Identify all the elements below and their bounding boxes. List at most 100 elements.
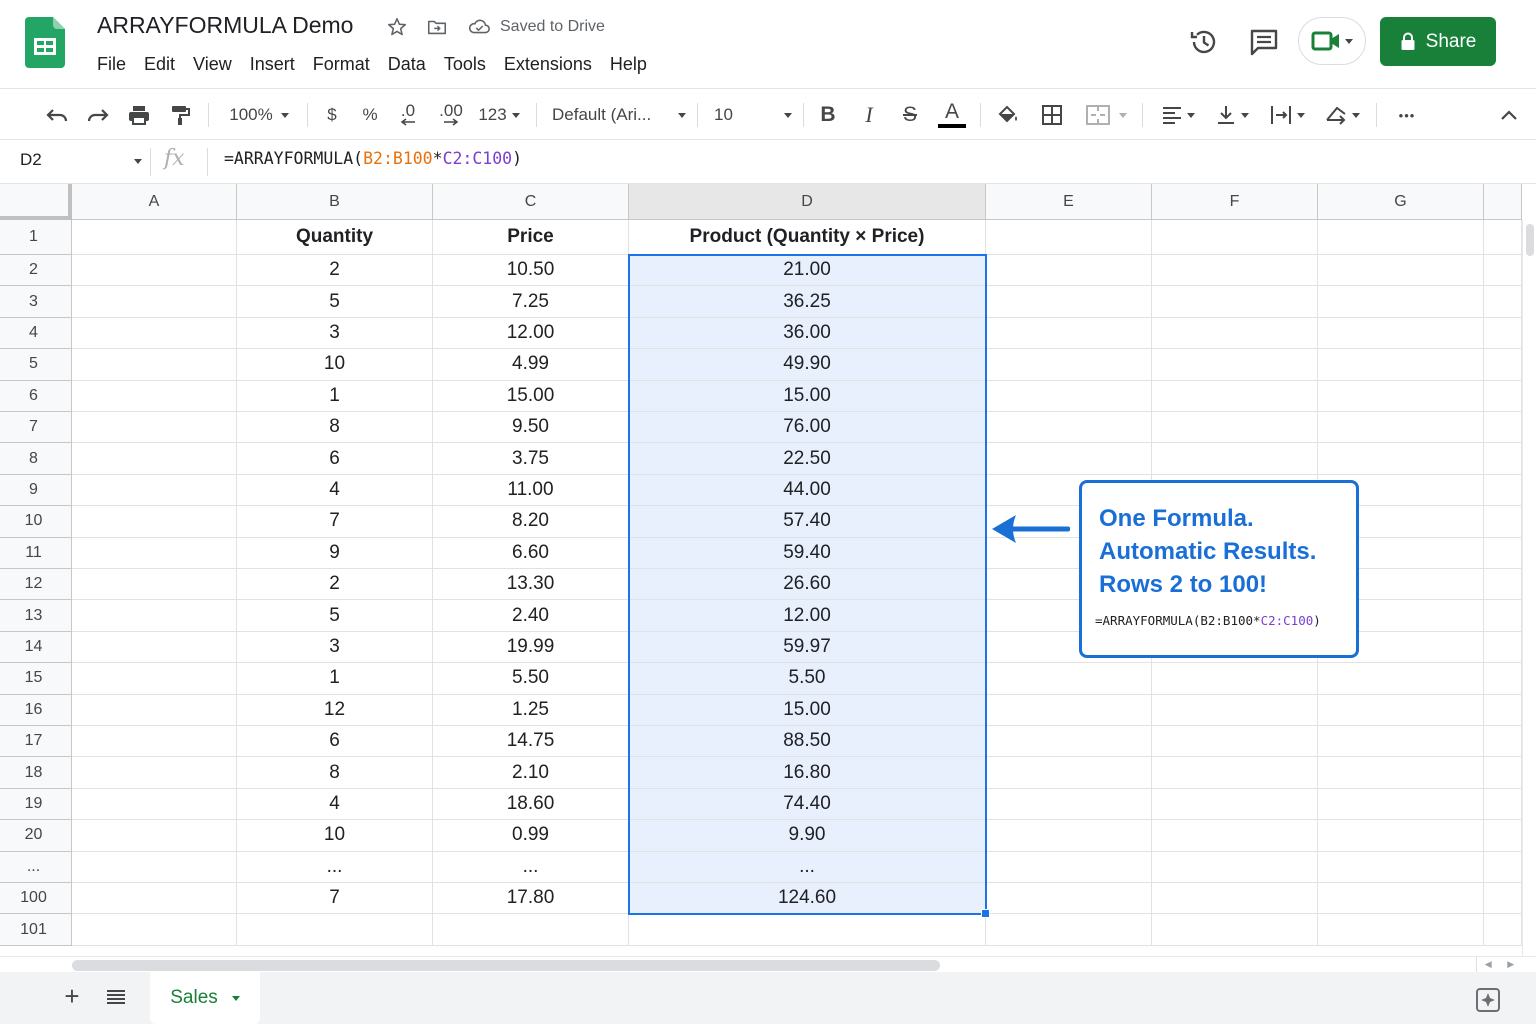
table-cell[interactable] bbox=[1318, 380, 1484, 412]
strikethrough-button[interactable]: S bbox=[897, 101, 923, 129]
table-cell[interactable]: 18.60 bbox=[433, 788, 629, 821]
row-header[interactable]: 17 bbox=[0, 726, 72, 758]
table-cell[interactable] bbox=[72, 474, 237, 507]
row-header[interactable]: 12 bbox=[0, 569, 72, 601]
table-cell[interactable] bbox=[986, 286, 1152, 318]
table-cell[interactable]: 12 bbox=[237, 694, 433, 726]
table-cell[interactable]: 15.00 bbox=[629, 380, 986, 412]
table-cell[interactable] bbox=[1484, 820, 1522, 852]
italic-button[interactable]: I bbox=[856, 101, 882, 129]
menu-tools[interactable]: Tools bbox=[435, 52, 495, 76]
table-cell[interactable] bbox=[1484, 349, 1522, 381]
table-cell[interactable] bbox=[1152, 349, 1318, 381]
column-title-cell[interactable] bbox=[1318, 220, 1484, 255]
table-cell[interactable] bbox=[1484, 317, 1522, 350]
horizontal-align-icon[interactable] bbox=[1156, 101, 1200, 129]
table-cell[interactable]: 124.60 bbox=[629, 883, 986, 915]
table-cell[interactable]: 5 bbox=[237, 286, 433, 318]
vertical-align-icon[interactable] bbox=[1210, 101, 1254, 129]
table-cell[interactable] bbox=[72, 443, 237, 475]
vertical-scrollbar-thumb[interactable] bbox=[1526, 224, 1534, 256]
table-cell[interactable] bbox=[986, 883, 1152, 915]
menu-insert[interactable]: Insert bbox=[241, 52, 304, 76]
horizontal-scrollbar[interactable]: ◀ ▶ bbox=[0, 956, 1536, 972]
table-cell[interactable] bbox=[1318, 286, 1484, 318]
table-cell[interactable] bbox=[1152, 914, 1318, 946]
table-cell[interactable]: 10.50 bbox=[433, 255, 629, 287]
table-cell[interactable] bbox=[1484, 412, 1522, 444]
table-cell[interactable] bbox=[986, 255, 1152, 287]
table-cell[interactable] bbox=[1484, 255, 1522, 287]
name-box[interactable]: D2 bbox=[20, 150, 42, 170]
menu-format[interactable]: Format bbox=[304, 52, 379, 76]
table-cell[interactable]: 57.40 bbox=[629, 506, 986, 538]
more-options-button[interactable]: ••• bbox=[1392, 101, 1422, 129]
undo-icon[interactable] bbox=[43, 101, 71, 129]
table-cell[interactable] bbox=[1484, 474, 1522, 507]
table-cell[interactable] bbox=[1484, 220, 1522, 255]
table-cell[interactable] bbox=[1484, 443, 1522, 475]
column-header-d[interactable]: D bbox=[629, 184, 986, 220]
table-cell[interactable] bbox=[986, 443, 1152, 475]
table-cell[interactable]: 7 bbox=[237, 883, 433, 915]
table-cell[interactable] bbox=[72, 537, 237, 569]
table-cell[interactable]: 3 bbox=[237, 317, 433, 350]
column-header-a[interactable]: A bbox=[72, 184, 237, 220]
paint-format-icon[interactable] bbox=[166, 101, 194, 129]
chevron-down-icon[interactable] bbox=[231, 995, 240, 1001]
table-cell[interactable]: 9.90 bbox=[629, 820, 986, 852]
table-cell[interactable] bbox=[72, 349, 237, 381]
table-cell[interactable]: 13.30 bbox=[433, 569, 629, 601]
share-button[interactable]: Share bbox=[1380, 17, 1496, 66]
table-cell[interactable] bbox=[1152, 883, 1318, 915]
table-cell[interactable] bbox=[72, 286, 237, 318]
table-cell[interactable]: 0.99 bbox=[433, 820, 629, 852]
add-sheet-icon[interactable]: + bbox=[58, 981, 86, 1011]
table-cell[interactable]: 15.00 bbox=[629, 694, 986, 726]
table-cell[interactable]: 19.99 bbox=[433, 631, 629, 664]
table-cell[interactable]: 4.99 bbox=[433, 349, 629, 381]
menu-file[interactable]: File bbox=[88, 52, 135, 76]
table-cell[interactable] bbox=[1152, 412, 1318, 444]
select-all-corner[interactable] bbox=[0, 184, 72, 220]
table-cell[interactable]: 2.10 bbox=[433, 757, 629, 789]
table-cell[interactable] bbox=[1484, 600, 1522, 632]
table-cell[interactable] bbox=[1484, 506, 1522, 538]
table-cell[interactable] bbox=[1152, 286, 1318, 318]
table-cell[interactable] bbox=[1318, 820, 1484, 852]
table-cell[interactable]: 4 bbox=[237, 788, 433, 821]
number-format-select[interactable]: 123 bbox=[474, 101, 524, 129]
table-cell[interactable] bbox=[1484, 380, 1522, 412]
increase-decimal-button[interactable]: .00 bbox=[434, 101, 468, 129]
table-cell[interactable] bbox=[72, 757, 237, 789]
table-cell[interactable] bbox=[1484, 757, 1522, 789]
menu-view[interactable]: View bbox=[184, 52, 241, 76]
table-cell[interactable] bbox=[986, 914, 1152, 946]
table-cell[interactable] bbox=[72, 726, 237, 758]
table-cell[interactable] bbox=[72, 820, 237, 852]
table-cell[interactable] bbox=[1318, 694, 1484, 726]
row-header[interactable]: 3 bbox=[0, 286, 72, 318]
table-cell[interactable]: 88.50 bbox=[629, 726, 986, 758]
column-title-cell[interactable]: Quantity bbox=[237, 220, 433, 255]
table-cell[interactable]: 8.20 bbox=[433, 506, 629, 538]
table-cell[interactable]: 74.40 bbox=[629, 788, 986, 821]
text-rotation-icon[interactable] bbox=[1320, 101, 1364, 129]
table-cell[interactable]: 21.00 bbox=[629, 255, 986, 287]
table-cell[interactable] bbox=[72, 600, 237, 632]
zoom-select[interactable]: 100% bbox=[222, 101, 296, 129]
menu-extensions[interactable]: Extensions bbox=[495, 52, 601, 76]
column-header-c[interactable]: C bbox=[433, 184, 629, 220]
table-cell[interactable]: 15.00 bbox=[433, 380, 629, 412]
table-cell[interactable]: ... bbox=[433, 851, 629, 883]
table-cell[interactable] bbox=[1152, 255, 1318, 287]
row-header[interactable]: 4 bbox=[0, 317, 72, 350]
column-title-cell[interactable]: Product (Quantity × Price) bbox=[629, 220, 986, 255]
table-cell[interactable]: 5.50 bbox=[629, 663, 986, 695]
column-header-b[interactable]: B bbox=[237, 184, 433, 220]
table-cell[interactable] bbox=[1318, 412, 1484, 444]
table-cell[interactable] bbox=[986, 663, 1152, 695]
table-cell[interactable]: 1 bbox=[237, 380, 433, 412]
row-header[interactable]: 15 bbox=[0, 663, 72, 695]
table-cell[interactable]: 6 bbox=[237, 443, 433, 475]
